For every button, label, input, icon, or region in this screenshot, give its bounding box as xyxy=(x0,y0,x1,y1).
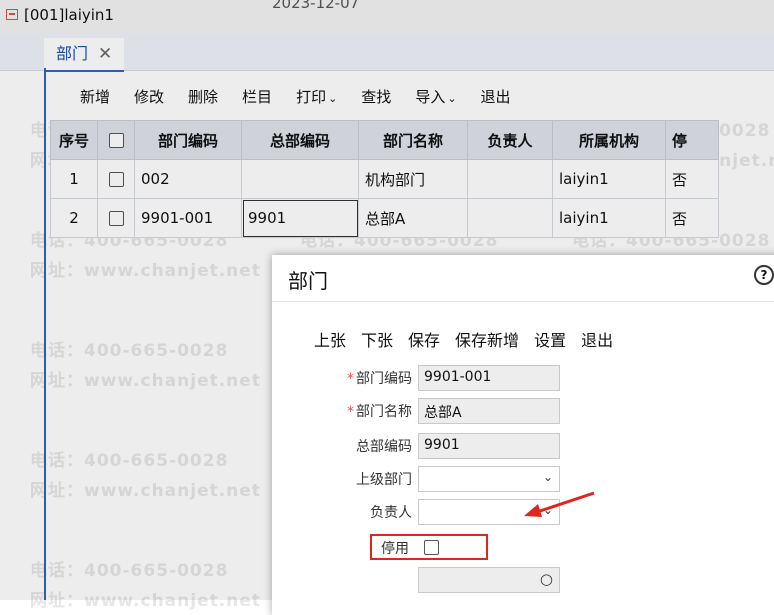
stop-label: 停用 xyxy=(381,541,409,557)
tab-department[interactable]: 部门 ✕ xyxy=(44,38,125,72)
import-button[interactable]: 导入 ⌄ xyxy=(415,86,456,110)
watermark-phone: 电话：400-665-0028 xyxy=(30,451,229,471)
dialog-divider xyxy=(272,301,774,302)
cell-hq-code[interactable] xyxy=(241,159,359,199)
watermark-site: 网址：www.chanjet.net xyxy=(30,261,261,281)
watermark-phone: 电话：400-665-0028 xyxy=(30,341,229,361)
required-mark: * xyxy=(347,404,354,420)
close-icon[interactable]: ✕ xyxy=(98,44,112,64)
toolbar: 新增 修改 删除 栏目 打印 ⌄ 查找 导入 ⌄ 退出 xyxy=(80,86,535,110)
app-title: [001]laiyin1 xyxy=(24,6,114,24)
hq-code-label: 总部编码 xyxy=(356,439,412,455)
table-row[interactable]: 1 002 机构部门 laiyin1 否 xyxy=(50,159,719,199)
department-table: 序号 部门编码 总部编码 部门名称 负责人 所属机构 停 1 002 机构部门 … xyxy=(50,120,719,238)
header-dept-name[interactable]: 部门名称 xyxy=(358,120,468,160)
table-header-row: 序号 部门编码 总部编码 部门名称 负责人 所属机构 停 xyxy=(50,120,719,160)
header-stopped[interactable]: 停 xyxy=(665,120,719,160)
find-button[interactable]: 查找 xyxy=(361,86,391,110)
parent-dept-label: 上级部门 xyxy=(356,472,412,488)
cell-dept-code[interactable]: 002 xyxy=(134,159,242,199)
prev-button[interactable]: 上张 xyxy=(314,327,346,351)
search-icon[interactable]: ○ xyxy=(540,570,553,588)
import-label: 导入 xyxy=(415,88,446,106)
cell-dept-name[interactable]: 机构部门 xyxy=(358,159,468,199)
save-button[interactable]: 保存 xyxy=(408,327,440,351)
dept-code-field[interactable]: 9901-001 xyxy=(418,365,560,391)
chevron-down-icon: ⌄ xyxy=(328,92,338,105)
title-bar xyxy=(0,0,774,34)
tab-label: 部门 xyxy=(56,44,89,63)
dialog-title: 部门 xyxy=(288,269,328,293)
cell-stopped[interactable]: 否 xyxy=(665,159,719,199)
header-select-all[interactable] xyxy=(97,120,135,160)
chevron-down-icon: ⌄ xyxy=(447,92,457,105)
help-icon[interactable]: ? xyxy=(754,265,774,285)
header-org[interactable]: 所属机构 xyxy=(552,120,666,160)
chevron-down-icon: ⌄ xyxy=(542,470,553,484)
manager-label: 负责人 xyxy=(370,505,412,521)
annotation-arrow xyxy=(524,491,595,517)
dialog-toolbar: 上张 下张 保存 保存新增 设置 退出 xyxy=(314,327,628,351)
cell-org[interactable]: laiyin1 xyxy=(552,159,666,199)
cell-select[interactable] xyxy=(97,198,135,238)
date-label: 2023-12-07 xyxy=(272,0,360,12)
cell-manager[interactable] xyxy=(467,159,553,199)
dept-name-field[interactable]: 总部A xyxy=(418,398,560,424)
app-icon xyxy=(6,9,18,20)
add-button[interactable]: 新增 xyxy=(80,86,110,110)
next-button[interactable]: 下张 xyxy=(361,327,393,351)
cell-dept-name[interactable]: 总部A xyxy=(358,198,468,238)
save-new-button[interactable]: 保存新增 xyxy=(455,327,519,351)
lookup-field[interactable]: ○ xyxy=(418,567,560,593)
delete-button[interactable]: 删除 xyxy=(188,86,218,110)
row-checkbox[interactable] xyxy=(108,211,124,226)
settings-button[interactable]: 设置 xyxy=(534,327,566,351)
select-all-checkbox[interactable] xyxy=(108,133,124,148)
cell-dept-code[interactable]: 9901-001 xyxy=(134,198,242,238)
hq-code-field[interactable]: 9901 xyxy=(418,433,560,459)
row-checkbox[interactable] xyxy=(108,172,124,187)
watermark-site: 网址：www.chanjet.net xyxy=(30,481,261,501)
cell-hq-code[interactable]: 9901 xyxy=(241,198,359,238)
cell-stopped[interactable]: 否 xyxy=(665,198,719,238)
cell-org[interactable]: laiyin1 xyxy=(552,198,666,238)
table-row[interactable]: 2 9901-001 9901 总部A laiyin1 否 xyxy=(50,198,719,238)
header-manager[interactable]: 负责人 xyxy=(467,120,553,160)
header-dept-code[interactable]: 部门编码 xyxy=(134,120,242,160)
watermark-site: 网址：www.chanjet.net xyxy=(30,591,261,611)
required-mark: * xyxy=(347,371,354,387)
watermark-site: 网址：www.chanjet.net xyxy=(30,371,261,391)
header-no[interactable]: 序号 xyxy=(50,120,98,160)
cell-no: 2 xyxy=(50,198,98,238)
parent-dept-select[interactable]: ⌄ xyxy=(418,466,560,492)
print-button[interactable]: 打印 ⌄ xyxy=(296,86,337,110)
stop-checkbox[interactable] xyxy=(424,540,439,555)
print-label: 打印 xyxy=(296,88,327,106)
edit-button[interactable]: 修改 xyxy=(134,86,164,110)
department-dialog: 部门 ? 上张 下张 保存 保存新增 设置 退出 * 部门编码 9901-001 … xyxy=(272,255,774,615)
columns-button[interactable]: 栏目 xyxy=(242,86,272,110)
cell-manager[interactable] xyxy=(467,198,553,238)
cell-select[interactable] xyxy=(97,159,135,199)
left-accent-line xyxy=(44,68,46,600)
dialog-exit-button[interactable]: 退出 xyxy=(581,327,613,351)
cell-no: 1 xyxy=(50,159,98,199)
exit-button[interactable]: 退出 xyxy=(481,86,511,110)
watermark-phone: 电话：400-665-0028 xyxy=(30,561,229,581)
header-hq-code[interactable]: 总部编码 xyxy=(241,120,359,160)
dept-code-label: * 部门编码 xyxy=(347,371,412,387)
dept-name-label: * 部门名称 xyxy=(347,404,412,420)
